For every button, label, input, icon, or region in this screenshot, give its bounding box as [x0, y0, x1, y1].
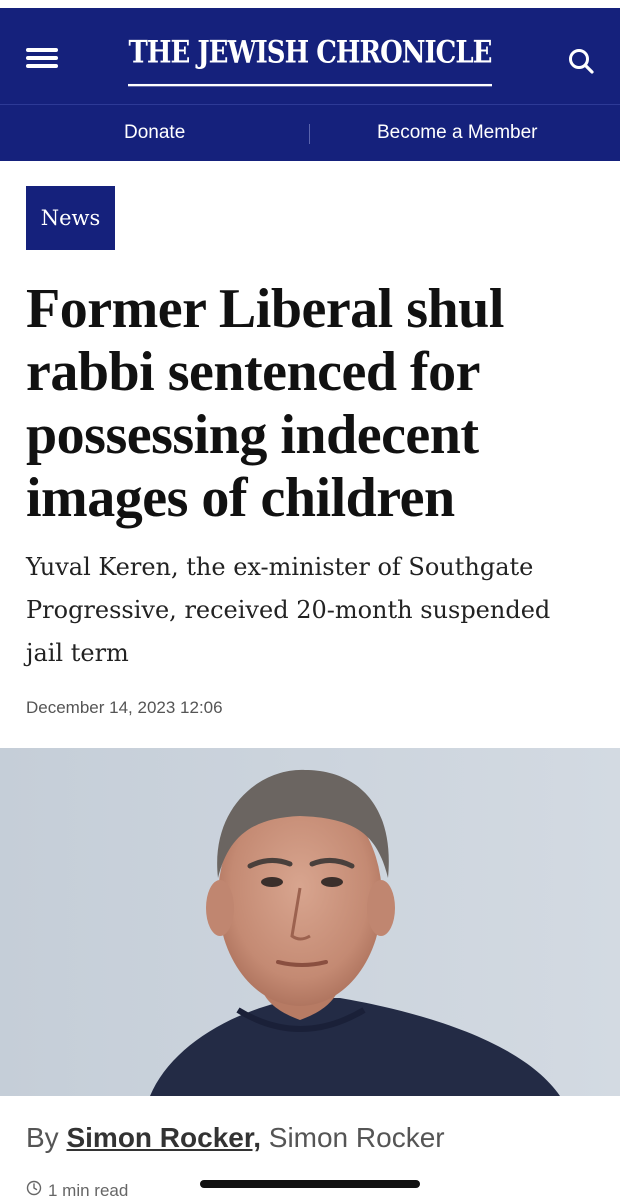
byline: By Simon Rocker, Simon Rocker	[26, 1122, 445, 1154]
read-time: 1 min read	[26, 1180, 128, 1201]
category-tag[interactable]: News	[26, 186, 115, 250]
hamburger-menu-icon[interactable]	[24, 46, 60, 70]
article-headline: Former Liberal shul rabbi sentenced for …	[26, 278, 504, 529]
home-indicator[interactable]	[200, 1180, 420, 1188]
nav-divider	[309, 124, 310, 144]
article-photo	[0, 748, 620, 1096]
author-link[interactable]: Simon Rocker,	[66, 1122, 261, 1153]
site-logo[interactable]: THE JEWISH CHRONICLE	[128, 30, 492, 87]
search-icon[interactable]	[562, 42, 602, 82]
site-header: THE JEWISH CHRONICLE	[0, 8, 620, 104]
author-name: Simon Rocker	[268, 1122, 445, 1153]
clock-icon	[26, 1180, 42, 1201]
status-bar-area	[0, 0, 620, 8]
donate-link[interactable]: Donate	[124, 105, 185, 161]
article-date: December 14, 2023 12:06	[26, 698, 223, 717]
article-standfirst: Yuval Keren, the ex-minister of Southgat…	[26, 553, 551, 667]
become-member-link[interactable]: Become a Member	[377, 105, 538, 161]
secondary-nav: Donate Become a Member	[0, 104, 620, 161]
byline-prefix: By	[26, 1122, 59, 1153]
read-time-label: 1 min read	[48, 1180, 129, 1200]
